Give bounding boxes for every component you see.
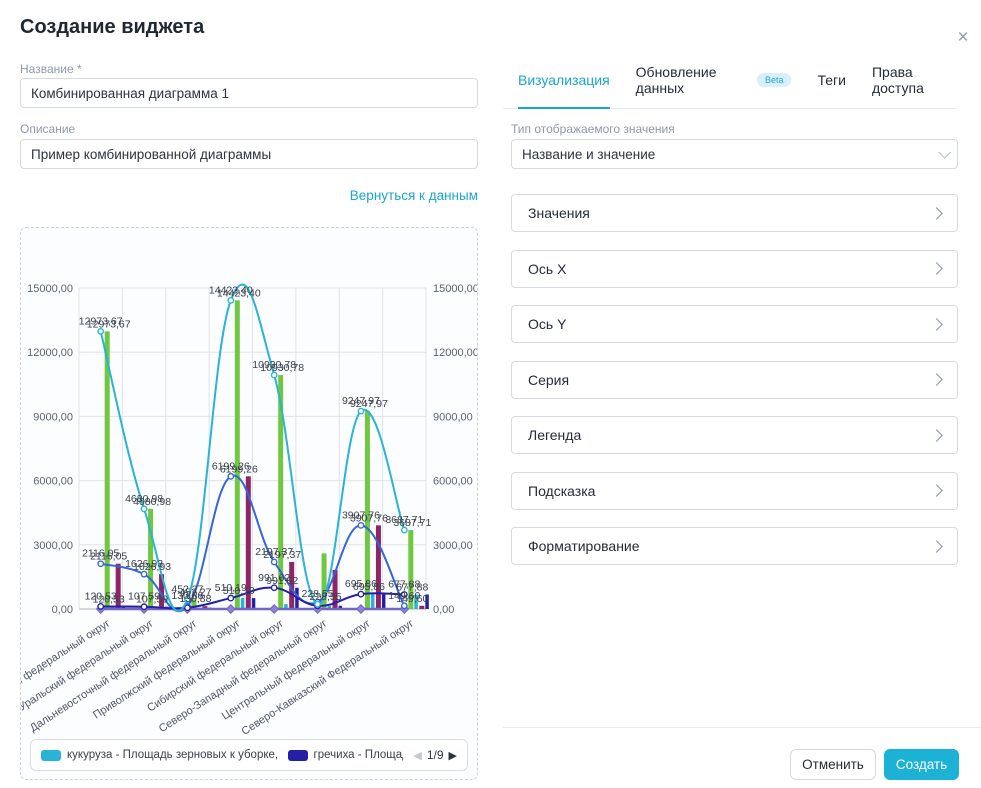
accordion-item-label: Значения <box>528 205 590 221</box>
svg-text:0,00: 0,00 <box>433 604 454 616</box>
display-type-select[interactable]: Название и значение <box>511 139 958 169</box>
svg-text:1626,93: 1626,93 <box>125 558 163 570</box>
chevron-right-icon <box>930 484 943 497</box>
accordion-item[interactable]: Легенда <box>511 416 958 454</box>
svg-text:4680,98: 4680,98 <box>125 493 163 505</box>
combo-chart: 0,00 0,00 3000,00 3000,00 6000,00 6000,00 9000… <box>21 228 477 736</box>
legend-swatch <box>288 750 308 761</box>
tab-visualization[interactable]: Визуализация <box>518 64 610 109</box>
accordion-item-label: Легенда <box>528 427 581 443</box>
page-title: Создание виджета <box>20 16 204 39</box>
name-field-label: Название * <box>20 62 82 76</box>
chevron-right-icon <box>930 540 943 553</box>
svg-text:107,59: 107,59 <box>128 591 160 603</box>
legend-pager: ◀ 1/9 ▶ <box>413 748 457 762</box>
svg-text:12000,00: 12000,00 <box>433 347 477 359</box>
svg-text:677,88: 677,88 <box>388 578 420 590</box>
legend-next-icon[interactable]: ▶ <box>449 749 457 762</box>
tab-label: Права доступа <box>872 64 958 96</box>
back-to-data-link[interactable]: Вернуться к данным <box>20 188 478 203</box>
close-icon[interactable]: × <box>951 26 975 50</box>
display-type-label: Тип отображаемого значения <box>511 122 675 136</box>
svg-text:3907,76: 3907,76 <box>342 509 380 521</box>
svg-text:6199,26: 6199,26 <box>212 460 250 472</box>
tab-label: Обновление данных <box>636 64 750 96</box>
accordion-item[interactable]: Форматирование <box>511 527 958 565</box>
legend-label: гречиха - Площадь : <box>314 749 404 761</box>
accordion-item-label: Ось Y <box>528 316 566 332</box>
svg-text:991,62: 991,62 <box>258 572 290 584</box>
tab-data-refresh[interactable]: Обновление данных Beta <box>636 64 792 109</box>
legend-item: кукуруза - Площадь зерновых к уборке, ты… <box>41 749 278 761</box>
svg-text:228,55: 228,55 <box>302 588 334 600</box>
svg-text:10930,78: 10930,78 <box>252 359 296 371</box>
svg-text:15000,00: 15000,00 <box>433 283 477 295</box>
accordion-item[interactable]: Значения <box>511 194 958 232</box>
beta-badge: Beta <box>757 73 792 87</box>
tab-tags[interactable]: Теги <box>817 64 845 109</box>
accordion-item-label: Серия <box>528 372 569 388</box>
description-input[interactable] <box>20 139 478 169</box>
tab-label: Теги <box>817 72 845 88</box>
chevron-right-icon <box>930 373 943 386</box>
accordion-item-label: Подсказка <box>528 483 595 499</box>
right-panel-tabs: Визуализация Обновление данных Beta Теги Пра… <box>503 64 958 109</box>
svg-text:15000,00: 15000,00 <box>27 283 73 295</box>
accordion-item[interactable]: Серия <box>511 361 958 399</box>
svg-text:2116,05: 2116,05 <box>82 548 119 560</box>
svg-text:3687,71: 3687,71 <box>385 514 423 526</box>
svg-text:9000,00: 9000,00 <box>33 411 73 423</box>
create-button[interactable]: Создать <box>884 749 959 780</box>
tab-access-rights[interactable]: Права доступа <box>872 64 958 109</box>
footer-divider <box>503 727 981 728</box>
chevron-right-icon <box>930 262 943 275</box>
svg-text:0,00: 0,00 <box>52 604 73 616</box>
svg-text:14423,40: 14423,40 <box>209 284 253 296</box>
svg-text:6000,00: 6000,00 <box>33 476 73 488</box>
legend-swatch <box>41 750 61 761</box>
svg-text:12000,00: 12000,00 <box>27 347 73 359</box>
legend-label: кукуруза - Площадь зерновых к уборке, ты… <box>67 749 278 761</box>
chart-preview-card: 0,00 0,00 3000,00 3000,00 6000,00 6000,00 9000… <box>20 227 478 780</box>
legend-item: гречиха - Площадь : <box>288 749 404 761</box>
legend-prev-icon[interactable]: ◀ <box>413 749 421 762</box>
svg-text:2197,37: 2197,37 <box>255 546 293 558</box>
svg-text:695,86: 695,86 <box>345 578 377 590</box>
cancel-button[interactable]: Отменить <box>790 749 876 780</box>
svg-text:9000,00: 9000,00 <box>433 411 473 423</box>
svg-text:3000,00: 3000,00 <box>33 540 73 552</box>
svg-text:452,27: 452,27 <box>171 583 203 595</box>
svg-text:510,19: 510,19 <box>215 582 247 594</box>
svg-text:6000,00: 6000,00 <box>433 476 473 488</box>
chart-legend: кукуруза - Площадь зерновых к уборке, ты… <box>30 739 468 771</box>
svg-text:12973,67: 12973,67 <box>79 315 123 327</box>
legend-page-indicator: 1/9 <box>427 748 444 762</box>
accordion-item-label: Ось X <box>528 261 566 277</box>
chevron-right-icon <box>930 429 943 442</box>
chevron-down-icon <box>938 146 951 159</box>
legend-items-container: кукуруза - Площадь зерновых к уборке, ты… <box>41 749 413 761</box>
chevron-right-icon <box>930 207 943 220</box>
accordion-item-label: Форматирование <box>528 538 640 554</box>
accordion-item[interactable]: Ось X <box>511 250 958 288</box>
chevron-right-icon <box>930 318 943 331</box>
accordion-item[interactable]: Ось Y <box>511 305 958 343</box>
name-input[interactable] <box>20 78 478 108</box>
accordion-item[interactable]: Подсказка <box>511 472 958 510</box>
svg-text:3000,00: 3000,00 <box>433 540 473 552</box>
settings-accordion: Значения Ось X Ось Y Серия Легенда Подсказка Ф… <box>511 194 958 583</box>
display-type-value: Название и значение <box>522 147 655 162</box>
svg-text:9247,97: 9247,97 <box>342 395 380 407</box>
svg-text:120,53: 120,53 <box>85 590 117 602</box>
tab-label: Визуализация <box>518 72 610 88</box>
description-field-label: Описание <box>20 122 75 136</box>
